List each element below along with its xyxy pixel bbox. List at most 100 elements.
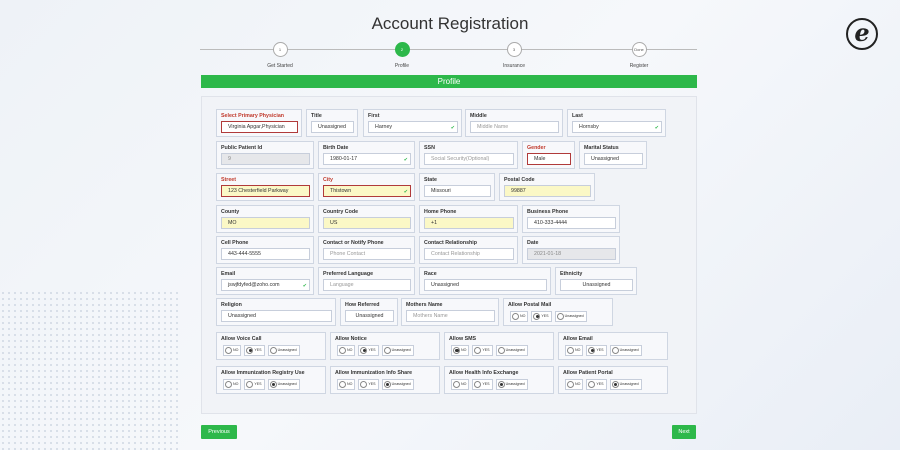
mothers-name-field: Mothers Name Mothers Name [401,298,499,326]
step-insurance[interactable]: 3 Insurance [469,42,559,69]
radio-unassigned[interactable]: Unassigned [267,344,300,356]
radio-label: Unassigned [564,314,584,318]
field-label: Allow Immunization Registry Use [221,370,305,376]
page-title: Account Registration [371,14,529,33]
next-button[interactable]: Next [672,425,696,439]
email-input[interactable]: jswjfdyfed@zoho.com ✔ [221,279,310,291]
county-field: County MO [216,205,314,233]
first-name-input[interactable]: Harney ✔ [368,121,458,133]
step-circle: 3 [506,42,522,57]
field-label: First [368,113,380,119]
radio-unassigned[interactable]: Unassigned [495,378,528,390]
field-label: Allow Health Info Exchange [449,370,519,376]
radio-no[interactable]: NO [565,378,584,390]
last-name-input[interactable]: Hornsby ✔ [572,121,662,133]
contact-phone-input[interactable]: Phone Contact [323,248,411,260]
step-circle: 1 [272,42,288,57]
ssn-field: SSN Social Security(Optional) [419,141,518,169]
field-label: Marital Status [584,145,619,151]
radio-circle [360,346,368,354]
gender-select[interactable]: Male [527,153,571,165]
radio-no[interactable]: NO [223,378,242,390]
title-select[interactable]: Unassigned [311,121,354,133]
radio-no[interactable]: NO [451,378,470,390]
radio-label: Unassigned [619,382,639,386]
radio-label: NO [461,382,467,386]
language-input[interactable]: Language [323,279,411,291]
radio-unassigned[interactable]: Unassigned [381,344,414,356]
immunization-registry-group: Allow Immunization Registry Use NO YES U… [216,366,326,394]
marital-status-field: Marital Status Unassigned [579,141,647,169]
mothers-name-input[interactable]: Mothers Name [406,310,495,322]
previous-button[interactable]: Previous [201,425,237,439]
radio-unassigned[interactable]: Unassigned [554,310,587,322]
contact-relationship-input[interactable]: Contact Relationship [424,248,514,260]
radio-yes[interactable]: YES [358,378,379,390]
postal-code-input[interactable]: 99887 [504,185,591,197]
city-input[interactable]: Thistown ✔ [323,185,411,197]
radio-circle [339,380,346,388]
radio-unassigned[interactable]: Unassigned [267,378,300,390]
radio-circle [556,312,564,320]
radio-label: NO [347,348,353,352]
input-value: Harney [375,124,393,130]
field-label: Allow Immunization Info Share [335,370,413,376]
radio-no[interactable]: NO [337,378,356,390]
step-label: Insurance [503,63,525,69]
county-input[interactable]: MO [221,217,310,229]
field-label: Email [221,271,236,277]
ethnicity-field: Ethnicity Unassigned [555,267,637,295]
ssn-input[interactable]: Social Security(Optional) [424,153,514,165]
religion-select[interactable]: Unassigned [221,310,332,322]
cell-phone-input[interactable]: 443-444-5555 [221,248,310,260]
field-label: Middle [470,113,487,119]
field-label: SSN [424,145,435,151]
radio-label: Unassigned [277,348,297,352]
radio-yes[interactable]: YES [472,378,493,390]
radio-no[interactable]: NO [223,344,242,356]
radio-yes[interactable]: YES [586,378,607,390]
radio-no[interactable]: NO [565,344,584,356]
radio-circle [567,346,574,354]
how-referred-select[interactable]: Unassigned [345,310,394,322]
radio-yes[interactable]: YES [531,310,552,322]
input-value: Hornsby [579,124,599,130]
ethnicity-select[interactable]: Unassigned [560,279,633,291]
field-label: Allow Email [563,336,593,342]
home-phone-input[interactable]: +1 [424,217,514,229]
radio-unassigned[interactable]: Unassigned [609,378,642,390]
radio-yes[interactable]: YES [586,344,607,356]
radio-no[interactable]: NO [510,310,529,322]
physician-select[interactable]: Virginia Apgar,Physician [221,121,298,133]
field-label: Street [221,177,237,183]
patient-id-field: Public Patient Id 9 [216,141,314,169]
country-code-input[interactable]: US [323,217,411,229]
radio-yes[interactable]: YES [472,344,493,356]
city-field: City Thistown ✔ [318,173,415,201]
step-get-started[interactable]: 1 Get Started [235,42,325,69]
state-select[interactable]: Missouri [424,185,491,197]
radio-unassigned[interactable]: Unassigned [495,344,528,356]
step-register[interactable]: Done Register [594,42,684,69]
postal-mail-group: Allow Postal Mail NO YES Unassigned [503,298,613,326]
radio-yes[interactable]: YES [358,344,379,356]
birth-date-input[interactable]: 1980-01-17 ✔ [323,153,411,165]
step-label: Register [629,63,649,69]
street-input[interactable]: 123 Chesterfield Parkway [221,185,310,197]
marital-status-select[interactable]: Unassigned [584,153,643,165]
race-select[interactable]: Unassigned [424,279,547,291]
radio-unassigned[interactable]: Unassigned [381,378,414,390]
radio-yes[interactable]: YES [244,378,265,390]
radio-circle [512,312,519,320]
middle-name-input[interactable]: Middle Name [470,121,559,133]
business-phone-input[interactable]: 410-333-4444 [527,217,616,229]
radio-label: YES [596,382,604,386]
radio-no[interactable]: NO [337,344,356,356]
field-label: Religion [221,302,242,308]
radio-unassigned[interactable]: Unassigned [609,344,642,356]
radio-no[interactable]: NO [451,344,470,356]
step-profile[interactable]: 2 Profile [357,42,447,69]
field-label: Allow SMS [449,336,477,342]
radio-yes[interactable]: YES [244,344,265,356]
step-circle: 2 [394,42,410,57]
